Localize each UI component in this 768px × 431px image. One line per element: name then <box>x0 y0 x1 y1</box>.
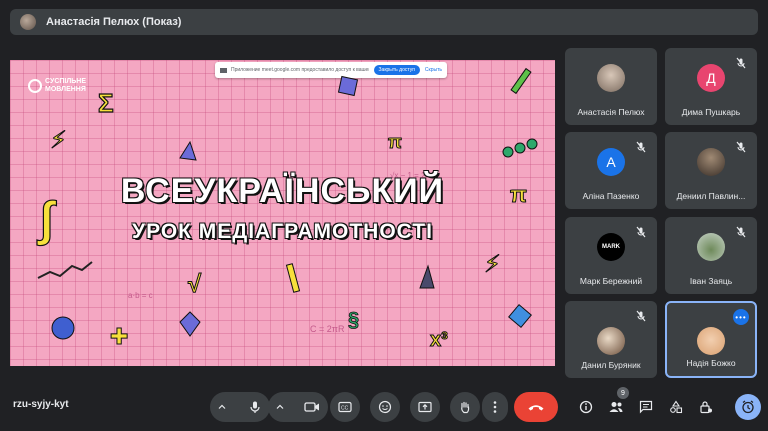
avatar-letter: А <box>606 154 616 170</box>
dots-icon <box>502 146 514 158</box>
triangle-icon <box>179 140 197 161</box>
reactions-button[interactable] <box>370 392 400 422</box>
captions-icon: CC <box>338 401 352 413</box>
pencil-icon <box>510 67 532 95</box>
present-to-all-icon <box>418 401 432 413</box>
participant-avatar <box>597 327 625 355</box>
timer-button[interactable] <box>735 394 761 420</box>
globe-icon <box>51 316 75 340</box>
activities-button[interactable] <box>665 396 687 418</box>
meeting-details-button[interactable] <box>575 396 597 418</box>
formula-text: C = 2πR <box>310 324 345 334</box>
more-horiz-icon[interactable]: ••• <box>733 309 749 325</box>
prism-icon <box>419 264 435 289</box>
call-end-icon <box>528 405 544 411</box>
ruler-icon <box>285 263 301 293</box>
presenter-avatar <box>20 14 36 30</box>
hand-icon <box>461 401 470 414</box>
math-doodles: Σ ∫ π π √ § x³ ✚ ⚡ ⚡ C = 2πR √x − 1 = 2 … <box>35 67 538 352</box>
leave-call-button[interactable] <box>514 392 558 422</box>
sqrt-icon: √ <box>188 271 202 298</box>
mic-off-icon <box>636 226 646 238</box>
lightning-icon: ⚡ <box>484 251 501 278</box>
chat-icon <box>639 400 653 414</box>
people-button[interactable] <box>605 396 627 418</box>
diamond-icon <box>179 311 201 337</box>
lightning-icon: ⚡ <box>50 127 67 154</box>
chat-button[interactable] <box>635 396 657 418</box>
mic-off-icon <box>736 226 746 238</box>
presenter-bar[interactable]: Анастасія Пелюх (Показ) <box>10 9 758 35</box>
participant-avatar <box>697 327 725 355</box>
meeting-code: rzu-syjy-kyt <box>13 399 69 410</box>
participant-tile-active[interactable]: ••• Надія Божко <box>665 301 757 378</box>
videocam-icon[interactable] <box>304 401 320 413</box>
lock-person-icon <box>700 401 712 414</box>
mic-off-icon <box>736 141 746 153</box>
mic-off-icon <box>736 57 746 69</box>
participant-name: Дима Пушкарь <box>681 107 741 117</box>
participant-name: Марк Бережний <box>579 276 643 286</box>
slide-subheadline: УРОК МЕДІАГРАМОТНОСТІ <box>132 220 433 243</box>
pi-icon: π <box>388 132 402 152</box>
participant-tile[interactable]: Іван Заяць <box>665 217 757 294</box>
participant-tile[interactable]: Данил Буряник <box>565 301 657 378</box>
section-icon: § <box>348 309 359 331</box>
more-vert-icon <box>493 401 497 413</box>
captions-button[interactable]: CC <box>330 392 360 422</box>
mic-control[interactable] <box>210 392 270 422</box>
participant-avatar: MARK <box>597 233 625 261</box>
participant-avatar <box>597 64 625 92</box>
participant-tile[interactable]: Анастасія Пелюх <box>565 48 657 125</box>
participant-avatar <box>697 233 725 261</box>
raise-hand-button[interactable] <box>450 392 480 422</box>
chevron-up-icon[interactable] <box>276 403 284 411</box>
presenter-title: Анастасія Пелюх (Показ) <box>46 16 182 28</box>
formula-text: a·b = c <box>128 291 153 300</box>
alarm-icon <box>742 400 754 414</box>
meet-window: Анастасія Пелюх (Показ) Приложение meet.… <box>0 0 768 431</box>
participant-name: Данил Буряник <box>581 360 641 370</box>
emoji-icon <box>378 400 392 414</box>
plus-icon: ✚ <box>110 324 128 349</box>
mic-off-icon <box>636 141 646 153</box>
participant-name: Анастасія Пелюх <box>577 107 645 117</box>
participant-name: Дениил Павлин... <box>676 191 746 201</box>
participant-avatar: А <box>597 148 625 176</box>
wave-icon <box>37 261 93 279</box>
sigma-icon: Σ <box>98 88 114 118</box>
participant-tile[interactable]: Д Дима Пушкарь <box>665 48 757 125</box>
x-cubed-icon: x³ <box>430 329 448 351</box>
participant-avatar: Д <box>697 64 725 92</box>
shapes-icon <box>670 400 683 414</box>
more-options-button[interactable] <box>482 392 508 422</box>
present-button[interactable] <box>410 392 440 422</box>
camera-control[interactable] <box>268 392 328 422</box>
people-icon <box>609 402 623 412</box>
chevron-up-icon[interactable] <box>218 403 226 411</box>
slide-headline: ВСЕУКРАЇНСЬКИЙ <box>120 172 445 210</box>
host-controls-button[interactable] <box>695 396 717 418</box>
participant-name: Аліна Пазенко <box>582 191 640 201</box>
participant-tile[interactable]: MARK Марк Бережний <box>565 217 657 294</box>
mic-icon[interactable] <box>248 400 262 414</box>
participant-avatar <box>697 148 725 176</box>
dots-icon <box>514 142 526 154</box>
dots-icon <box>526 138 538 150</box>
square-icon <box>337 75 359 97</box>
mic-off-icon <box>636 310 646 322</box>
participant-name: Іван Заяць <box>689 276 733 286</box>
participant-tile[interactable]: Дениил Павлин... <box>665 132 757 209</box>
avatar-text: MARK <box>602 244 620 250</box>
info-icon <box>579 400 593 414</box>
cube-icon <box>508 304 532 328</box>
avatar-letter: Д <box>706 70 716 86</box>
shared-screen: Приложение meet.google.com предоставило … <box>10 60 555 366</box>
participant-name: Надія Божко <box>686 358 736 368</box>
participant-count-badge: 9 <box>617 387 629 399</box>
svg-text:CC: CC <box>341 406 349 412</box>
participant-tile[interactable]: А Аліна Пазенко <box>565 132 657 209</box>
